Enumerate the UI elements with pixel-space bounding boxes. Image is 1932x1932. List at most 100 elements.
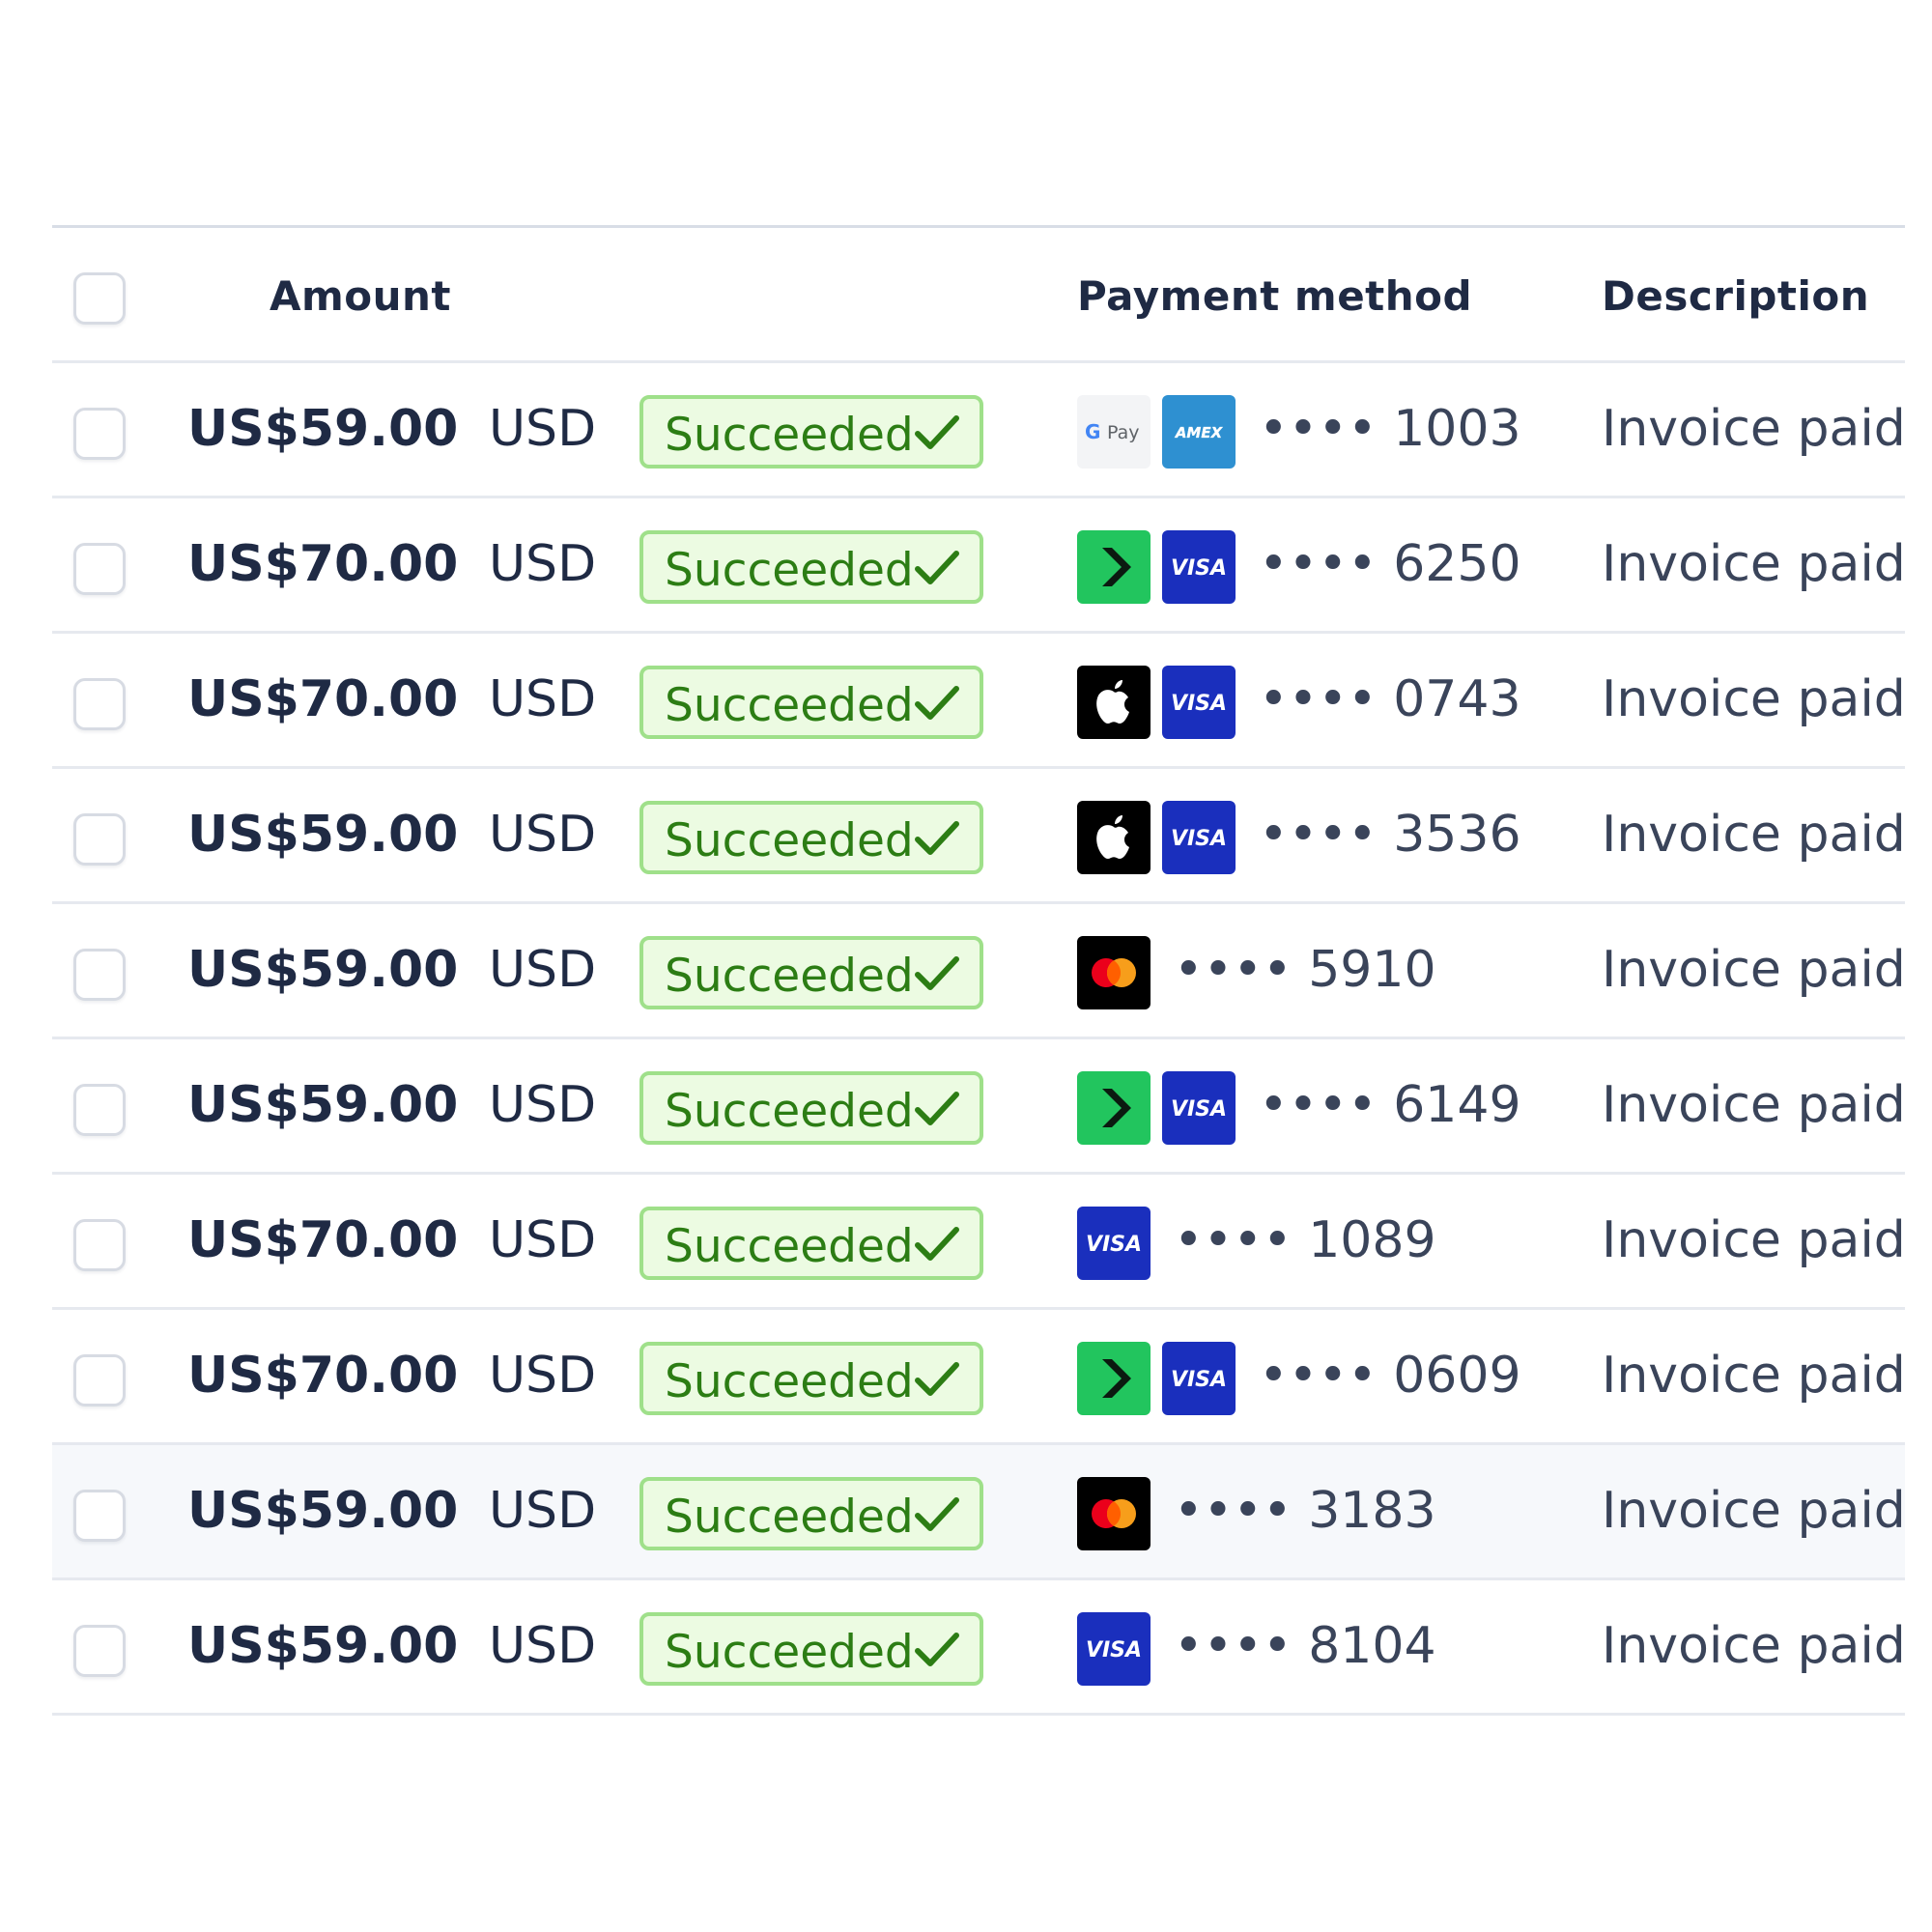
status-badge: Succeeded	[639, 936, 983, 1009]
visa-icon: VISA	[1162, 1342, 1236, 1415]
status-badge: Succeeded	[639, 1207, 983, 1280]
currency-code: USD	[489, 1347, 597, 1405]
description-text: Invoice paid	[1602, 806, 1906, 864]
currency-code: USD	[489, 1482, 597, 1540]
status-badge: Succeeded	[639, 530, 983, 604]
status-label: Succeeded	[665, 409, 914, 462]
checkmark-icon	[914, 412, 960, 453]
visa-icon: VISA	[1162, 530, 1236, 604]
status-label: Succeeded	[665, 1220, 914, 1273]
amount-value: US$59.00	[187, 1617, 459, 1675]
card-last4: •••• 1089	[1174, 1211, 1436, 1269]
amex-icon: AMEX	[1162, 395, 1236, 469]
currency-code: USD	[489, 1076, 597, 1134]
svg-text:Pay: Pay	[1107, 422, 1140, 443]
table-row[interactable]: US$59.00 USD Succeeded VISA •••• 8104 Invoice…	[52, 1580, 1906, 1716]
currency-code: USD	[489, 400, 597, 458]
column-header-description[interactable]: Description	[1602, 272, 1869, 320]
svg-text:VISA: VISA	[1171, 692, 1227, 716]
currency-code: USD	[489, 535, 597, 593]
link-icon	[1077, 530, 1151, 604]
table-header-row: Amount Payment method Description	[52, 228, 1905, 363]
checkmark-icon	[914, 548, 960, 588]
checkmark-icon	[914, 818, 960, 859]
table-row[interactable]: US$70.00 USD Succeeded VISA •••• 6250 Invoice…	[52, 498, 1906, 634]
checkmark-icon	[914, 1494, 960, 1535]
status-label: Succeeded	[665, 1626, 914, 1679]
visa-icon: VISA	[1162, 1071, 1236, 1145]
amount-value: US$70.00	[187, 535, 459, 593]
description-text: Invoice paid	[1602, 400, 1906, 458]
description-text: Invoice paid	[1602, 1482, 1906, 1540]
table-row[interactable]: US$59.00 USD Succeeded VISA •••• 6149 Invoice…	[52, 1039, 1906, 1175]
card-last4: •••• 0743	[1259, 670, 1521, 728]
row-checkbox[interactable]	[73, 1354, 126, 1406]
visa-icon: VISA	[1077, 1207, 1151, 1280]
amount-value: US$59.00	[187, 400, 459, 458]
card-last4: •••• 3183	[1174, 1482, 1436, 1540]
checkmark-icon	[914, 953, 960, 994]
card-last4: •••• 0609	[1259, 1347, 1521, 1405]
table-row[interactable]: US$59.00 USD Succeeded •••• 3183 Invoice pai…	[52, 1445, 1906, 1580]
visa-icon: VISA	[1162, 801, 1236, 874]
column-header-amount[interactable]: Amount	[270, 272, 451, 320]
table-body: US$59.00 USD Succeeded G Pay AMEX •••• 1003 Inv…	[52, 363, 1906, 1716]
apple-pay-icon	[1077, 801, 1151, 874]
svg-text:AMEX: AMEX	[1175, 424, 1224, 441]
status-label: Succeeded	[665, 1355, 914, 1408]
row-checkbox[interactable]	[73, 1219, 126, 1271]
amount-value: US$59.00	[187, 941, 459, 999]
row-checkbox[interactable]	[73, 949, 126, 1001]
table-row[interactable]: US$70.00 USD Succeeded VISA •••• 0743 Invoice…	[52, 634, 1906, 769]
row-checkbox[interactable]	[73, 678, 126, 730]
amount-value: US$59.00	[187, 806, 459, 864]
card-last4: •••• 8104	[1174, 1617, 1436, 1675]
table-row[interactable]: US$70.00 USD Succeeded VISA •••• 0609 Invoice…	[52, 1310, 1906, 1445]
amount-value: US$70.00	[187, 670, 459, 728]
table-row[interactable]: US$59.00 USD Succeeded •••• 5910 Invoice pai…	[52, 904, 1906, 1039]
payments-table: Amount Payment method Description US$59.…	[52, 225, 1906, 1716]
row-checkbox[interactable]	[73, 1625, 126, 1677]
card-last4: •••• 6149	[1259, 1076, 1521, 1134]
visa-icon: VISA	[1077, 1612, 1151, 1686]
row-checkbox[interactable]	[73, 1084, 126, 1136]
description-text: Invoice paid	[1602, 1617, 1906, 1675]
link-icon	[1077, 1342, 1151, 1415]
description-text: Invoice paid	[1602, 1211, 1906, 1269]
apple-pay-icon	[1077, 666, 1151, 739]
row-checkbox[interactable]	[73, 543, 126, 595]
status-badge: Succeeded	[639, 801, 983, 874]
status-label: Succeeded	[665, 1085, 914, 1138]
column-header-payment-method[interactable]: Payment method	[1077, 272, 1472, 320]
table-row[interactable]: US$70.00 USD Succeeded VISA •••• 1089 Invoice…	[52, 1175, 1906, 1310]
row-checkbox[interactable]	[73, 408, 126, 460]
checkmark-icon	[914, 1089, 960, 1129]
checkmark-icon	[914, 1359, 960, 1400]
row-checkbox[interactable]	[73, 813, 126, 866]
table-row[interactable]: US$59.00 USD Succeeded G Pay AMEX •••• 1003 Inv…	[52, 363, 1906, 498]
table-row[interactable]: US$59.00 USD Succeeded VISA •••• 3536 Invoice…	[52, 769, 1906, 904]
checkmark-icon	[914, 683, 960, 724]
card-last4: •••• 6250	[1259, 535, 1521, 593]
card-last4: •••• 1003	[1259, 400, 1521, 458]
currency-code: USD	[489, 1211, 597, 1269]
svg-text:VISA: VISA	[1086, 1233, 1142, 1257]
currency-code: USD	[489, 670, 597, 728]
svg-text:VISA: VISA	[1171, 1368, 1227, 1392]
status-badge: Succeeded	[639, 1071, 983, 1145]
svg-text:VISA: VISA	[1171, 1097, 1227, 1122]
currency-code: USD	[489, 941, 597, 999]
amount-value: US$59.00	[187, 1076, 459, 1134]
select-all-checkbox[interactable]	[73, 272, 126, 325]
checkmark-icon	[914, 1630, 960, 1670]
status-badge: Succeeded	[639, 1477, 983, 1550]
status-label: Succeeded	[665, 679, 914, 732]
row-checkbox[interactable]	[73, 1490, 126, 1542]
amount-value: US$70.00	[187, 1347, 459, 1405]
amount-value: US$59.00	[187, 1482, 459, 1540]
status-badge: Succeeded	[639, 395, 983, 469]
svg-text:VISA: VISA	[1171, 556, 1227, 581]
checkmark-icon	[914, 1224, 960, 1264]
description-text: Invoice paid	[1602, 1347, 1906, 1405]
mastercard-icon	[1077, 1477, 1151, 1550]
